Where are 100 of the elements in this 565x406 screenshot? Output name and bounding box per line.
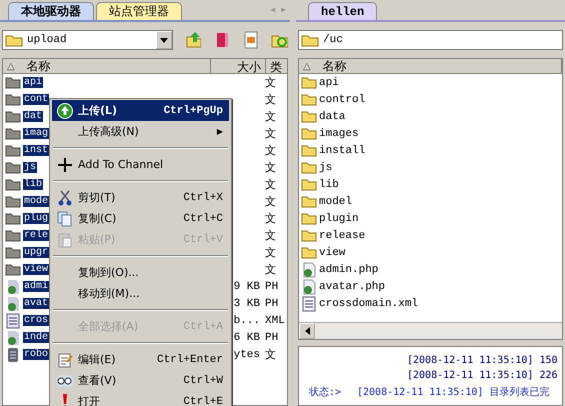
column-header[interactable]: 名称 <box>26 59 51 74</box>
file-name[interactable]: upgr <box>23 247 50 258</box>
menu-item[interactable]: 剪切(T) Ctrl+X <box>52 187 229 208</box>
tab[interactable]: 本地驱动器 <box>8 2 94 20</box>
document-icon[interactable] <box>242 31 260 49</box>
path-field[interactable]: /uc <box>298 30 563 50</box>
file-size: b... <box>234 314 260 326</box>
file-name[interactable]: api <box>23 77 44 88</box>
file-name[interactable]: js <box>23 162 38 173</box>
file-name[interactable]: admi <box>23 281 50 292</box>
file-size: ytes <box>234 348 260 360</box>
folder-icon <box>301 195 317 208</box>
php-file-icon <box>5 296 21 312</box>
file-name[interactable]: lib <box>319 178 339 190</box>
notepad-icon <box>57 352 73 368</box>
file-type: 文 <box>265 92 277 107</box>
folder-icon <box>301 76 317 89</box>
path-combo[interactable]: upload <box>2 30 173 50</box>
folder-icon <box>5 178 21 191</box>
folder-icon <box>301 33 319 47</box>
status-label: 状态:> <box>309 386 342 400</box>
menu-item[interactable]: Add To Channel <box>52 154 229 175</box>
folder-icon <box>301 229 317 242</box>
log-line: [2008-12-11 11:35:10] 目录列表已完 <box>357 386 550 400</box>
folder-icon <box>301 144 317 157</box>
file-type: 文 <box>265 126 277 141</box>
file-name[interactable]: imag <box>23 128 50 139</box>
file-name[interactable]: crossdomain.xml <box>319 298 418 310</box>
file-name[interactable]: model <box>319 196 352 208</box>
file-name[interactable]: view <box>23 264 50 275</box>
file-type: 文 <box>265 178 277 192</box>
file-type: 文 <box>265 262 277 277</box>
folder-icon <box>301 161 317 174</box>
dropdown-icon <box>160 38 168 42</box>
folder-icon <box>5 195 21 208</box>
file-name[interactable]: install <box>319 144 366 156</box>
file-name[interactable]: robo <box>23 349 50 360</box>
file-name[interactable]: control <box>319 94 366 106</box>
file-name[interactable]: inde <box>23 332 50 343</box>
menu-item[interactable]: 复制到(O)... <box>52 262 229 283</box>
xml-file-icon <box>301 296 317 312</box>
php-file-icon <box>5 278 21 294</box>
file-type: 文 <box>265 228 277 243</box>
file-name[interactable]: data <box>319 110 346 122</box>
file-name[interactable]: cros <box>23 315 50 326</box>
file-type: 文 <box>265 194 277 209</box>
file-type: 文 <box>265 246 277 260</box>
left-arrow-icon <box>304 327 310 335</box>
folder-icon <box>5 144 21 157</box>
file-name[interactable]: plug <box>23 213 50 224</box>
file-name[interactable]: avatar.php <box>319 280 386 292</box>
plus-icon <box>58 158 72 172</box>
folder-icon <box>5 127 21 140</box>
file-name[interactable]: admin.php <box>319 264 378 276</box>
menu-item[interactable]: 上传高级(N) ▶ <box>52 121 229 142</box>
copy-icon <box>57 210 73 226</box>
file-name[interactable]: plugin <box>319 212 359 224</box>
folder-icon <box>5 246 21 259</box>
folder-icon <box>5 33 23 47</box>
file-type: PH <box>265 298 280 310</box>
folder-icon <box>301 178 317 191</box>
folder-up-icon[interactable] <box>184 31 202 49</box>
menu-item[interactable]: 编辑(E) Ctrl+Enter <box>52 349 229 370</box>
file-name[interactable]: lib <box>23 179 44 190</box>
log-line: [2008-12-11 11:35:10] 226 <box>407 370 558 383</box>
file-type: 文 <box>265 144 277 158</box>
menu-item[interactable]: 上传(L) Ctrl+PgUp <box>52 100 229 121</box>
scroll-left-button[interactable] <box>299 323 315 339</box>
file-type: PH <box>265 332 280 344</box>
file-name[interactable]: view <box>319 246 346 258</box>
column-header[interactable]: 类 <box>266 59 282 73</box>
column-header[interactable]: 名称 <box>322 59 347 74</box>
exclamation-icon <box>61 394 69 406</box>
file-name[interactable]: cont <box>23 94 50 105</box>
menu-item[interactable]: 移动到(M)... <box>52 283 229 304</box>
file-name[interactable]: images <box>319 128 359 140</box>
folder-icon <box>301 212 317 225</box>
sort-arrow: △ <box>303 60 311 72</box>
file-name[interactable]: inst <box>23 145 50 156</box>
file-name[interactable]: release <box>319 230 366 242</box>
file-type: XML <box>265 314 286 326</box>
folder-icon <box>301 93 317 106</box>
tab[interactable]: 站点管理器 <box>96 2 182 20</box>
file-name[interactable]: mode <box>23 196 50 207</box>
file-name[interactable]: avat <box>23 298 50 309</box>
log-line: [2008-12-11 11:35:10] 150 <box>407 355 558 368</box>
file-name[interactable]: js <box>319 162 332 174</box>
folder-icon <box>5 76 21 89</box>
file-name[interactable]: rele <box>23 230 50 241</box>
folder-icon <box>5 263 21 276</box>
file-type: 文 <box>265 110 277 124</box>
upload-icon <box>57 102 73 118</box>
paste-icon <box>57 232 73 248</box>
menu-item[interactable]: 复制(C) Ctrl+C <box>52 208 229 229</box>
file-name[interactable]: api <box>319 76 339 88</box>
tab[interactable]: hellen <box>308 2 378 20</box>
column-header[interactable]: 大小 <box>211 59 266 73</box>
file-name[interactable]: dat <box>23 111 44 122</box>
file-type: 文 <box>265 348 277 362</box>
menu-item[interactable]: 查看(V) Ctrl+W <box>52 370 229 391</box>
